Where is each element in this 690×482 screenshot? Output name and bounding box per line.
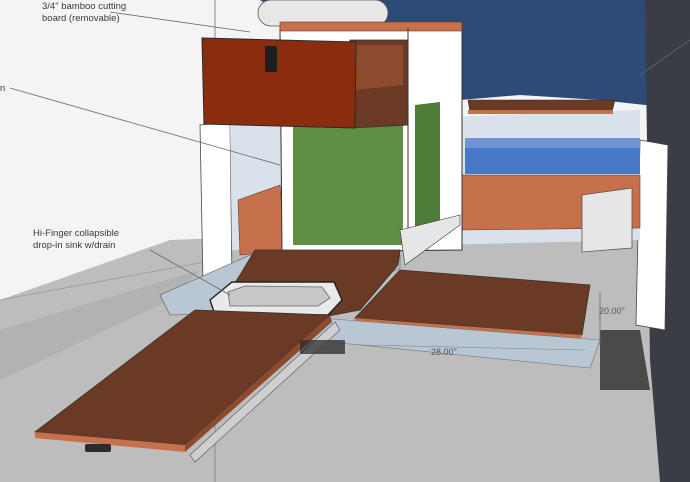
left-fragment-label: n xyxy=(0,83,5,94)
under-slide-shadow xyxy=(300,340,345,354)
width-dimension-label: 28.00" xyxy=(431,347,457,357)
cutting-board-label-line1: 3/4" bamboo cutting xyxy=(42,1,126,12)
cabinet-top-board xyxy=(279,21,463,32)
right-rear-pillar xyxy=(635,139,669,331)
drawer-inner xyxy=(355,45,403,90)
cabinet-green-door xyxy=(293,115,403,245)
bed-cushion-top xyxy=(465,138,640,148)
cutting-board-label-line2: board (removable) xyxy=(42,13,120,24)
drawer-front xyxy=(201,37,357,129)
sink-label-line1: Hi-Finger collapsible xyxy=(33,228,119,239)
depth-dimension-label: 20.00" xyxy=(599,306,625,316)
cabinet-green-side xyxy=(415,102,440,235)
sink-label-line2: drop-in sink w/drain xyxy=(33,240,115,251)
blue-bed-cushion xyxy=(465,148,640,174)
shelf-edge xyxy=(468,110,613,114)
board-handle-icon xyxy=(85,444,111,452)
drawer-latch-icon xyxy=(265,46,277,72)
sink-basin xyxy=(227,285,331,307)
left-rear-pillar xyxy=(199,121,233,284)
white-storage-box xyxy=(581,187,633,253)
camper-kitchen-model-view: 3/4" bamboo cutting board (removable) n … xyxy=(0,0,690,482)
